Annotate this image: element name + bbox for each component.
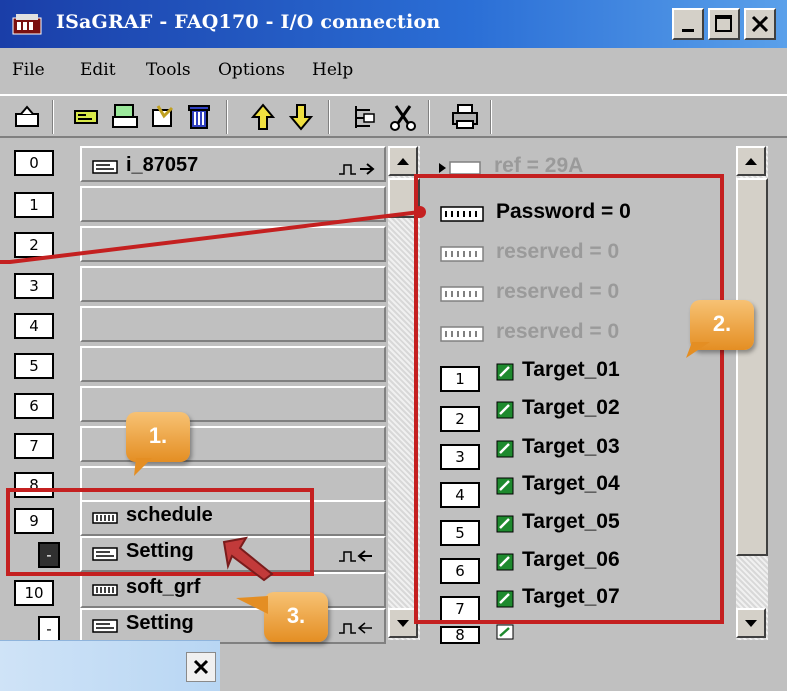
board-icon bbox=[92, 160, 118, 174]
dialog-close-button[interactable] bbox=[186, 652, 216, 682]
slot-number[interactable]: 4 bbox=[14, 313, 54, 339]
minimize-icon bbox=[682, 29, 694, 32]
isagraf-app-icon bbox=[12, 14, 42, 35]
open-icon[interactable] bbox=[12, 102, 42, 132]
slot-number[interactable]: 0 bbox=[14, 150, 54, 176]
callout-tail-icon bbox=[134, 458, 152, 476]
delete-icon[interactable] bbox=[184, 102, 214, 132]
memory-icon bbox=[92, 584, 118, 596]
toolbar-separator bbox=[328, 100, 330, 134]
scroll-thumb[interactable] bbox=[736, 178, 768, 556]
close-icon bbox=[193, 659, 209, 675]
print-icon[interactable] bbox=[450, 102, 480, 132]
triangle-up-icon bbox=[397, 158, 409, 165]
slot-10-sub-name: Setting bbox=[126, 612, 194, 634]
save-board-icon[interactable] bbox=[110, 102, 140, 132]
title-bar[interactable]: ISaGRAF - FAQ170 - I/O connection bbox=[0, 0, 787, 48]
scroll-up-button[interactable] bbox=[388, 146, 418, 176]
slot-number[interactable]: 7 bbox=[14, 433, 54, 459]
toolbar-separator bbox=[52, 100, 54, 134]
maximize-button[interactable] bbox=[708, 8, 740, 40]
arrow-down-icon[interactable] bbox=[286, 102, 316, 132]
cut-icon[interactable] bbox=[388, 102, 418, 132]
slot-10-name: soft_grf bbox=[126, 576, 201, 598]
window-title: ISaGRAF - FAQ170 - I/O connection bbox=[56, 11, 441, 33]
annotation-box-channels bbox=[414, 174, 724, 624]
slot-cell-5[interactable] bbox=[80, 346, 386, 382]
toolbar bbox=[0, 94, 787, 138]
triangle-down-icon bbox=[745, 620, 757, 627]
triangle-down-icon bbox=[397, 620, 409, 627]
menu-edit[interactable]: Edit bbox=[80, 60, 116, 80]
callout-tail-icon bbox=[686, 342, 710, 358]
close-button[interactable] bbox=[744, 8, 776, 40]
subslot-marker[interactable]: - bbox=[38, 616, 60, 642]
check-icon[interactable] bbox=[148, 102, 178, 132]
slot-number[interactable]: 5 bbox=[14, 353, 54, 379]
tree-icon[interactable] bbox=[350, 102, 380, 132]
close-icon bbox=[751, 15, 769, 33]
board-icon bbox=[92, 619, 118, 633]
callout-3: 3. bbox=[264, 592, 328, 642]
slot-0-name: i_87057 bbox=[126, 154, 199, 176]
callout-tail-icon bbox=[236, 596, 268, 614]
toolbar-separator bbox=[490, 100, 492, 134]
menu-help[interactable]: Help bbox=[312, 60, 353, 80]
channel-number[interactable]: 8 bbox=[440, 626, 480, 644]
arrow-up-icon[interactable] bbox=[248, 102, 278, 132]
scroll-up-button[interactable] bbox=[736, 146, 766, 176]
board-icon[interactable] bbox=[72, 102, 102, 132]
boolean-channel-icon bbox=[496, 624, 514, 640]
slot-cell-6[interactable] bbox=[80, 386, 386, 422]
annotation-connector-line bbox=[0, 206, 426, 264]
pulse-arrow-right-icon bbox=[339, 163, 375, 175]
pointer-arrow-icon bbox=[222, 536, 274, 582]
maximize-icon bbox=[715, 15, 732, 32]
isagraf-io-connection-window: ISaGRAF - FAQ170 - I/O connection File E… bbox=[0, 0, 787, 691]
slot-number[interactable]: 3 bbox=[14, 273, 54, 299]
pulse-arrow-left-icon bbox=[339, 550, 372, 562]
scroll-down-button[interactable] bbox=[736, 608, 766, 638]
menu-bar: File Edit Tools Options Help bbox=[0, 52, 787, 92]
slot-number[interactable]: 6 bbox=[14, 393, 54, 419]
toolbar-separator bbox=[226, 100, 228, 134]
menu-tools[interactable]: Tools bbox=[146, 60, 191, 80]
pulse-arrow-left-icon bbox=[339, 622, 372, 634]
minimize-button[interactable] bbox=[672, 8, 704, 40]
slot-number[interactable]: 10 bbox=[14, 580, 54, 606]
callout-1: 1. bbox=[126, 412, 190, 462]
menu-options[interactable]: Options bbox=[218, 60, 285, 80]
toolbar-separator bbox=[428, 100, 430, 134]
slot-cell-3[interactable] bbox=[80, 266, 386, 302]
menu-file[interactable]: File bbox=[12, 60, 45, 80]
triangle-up-icon bbox=[745, 158, 757, 165]
slot-cell-4[interactable] bbox=[80, 306, 386, 342]
